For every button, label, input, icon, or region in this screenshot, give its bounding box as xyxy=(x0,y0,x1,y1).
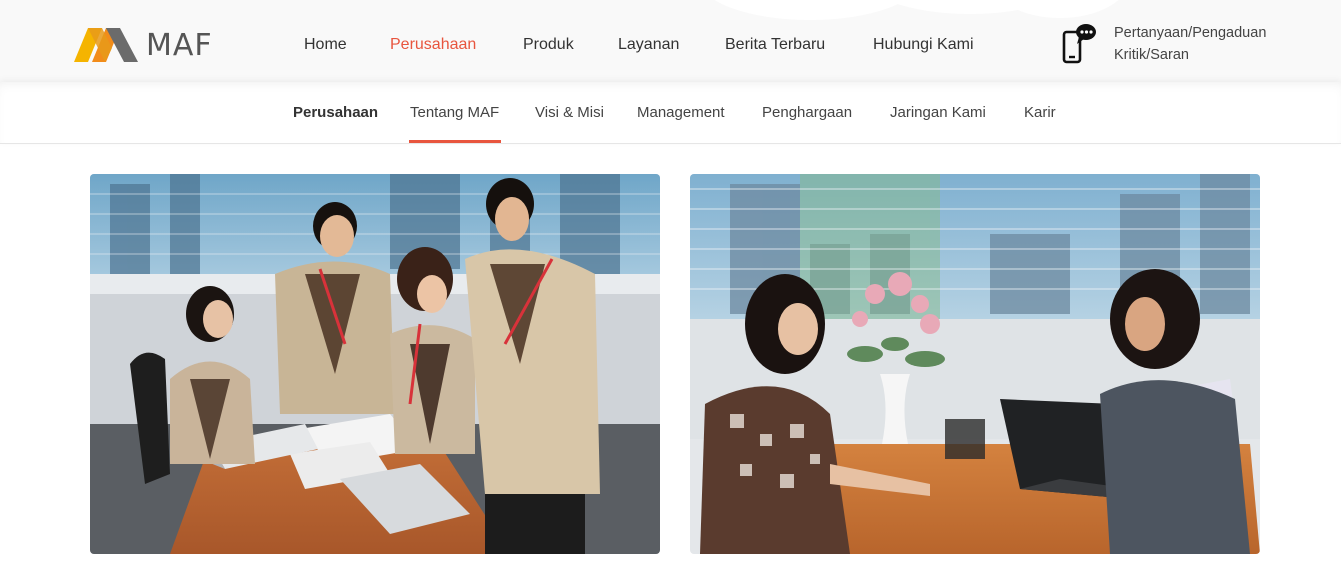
phone-chat-icon xyxy=(1062,24,1096,64)
subnav-jaringan-kami[interactable]: Jaringan Kami xyxy=(890,104,986,121)
contact-line-2: Kritik/Saran xyxy=(1114,47,1189,63)
subnav-penghargaan[interactable]: Penghargaan xyxy=(762,104,852,121)
contact-text: Pertanyaan/Pengaduan Kritik/Saran xyxy=(1114,22,1266,66)
maf-logo[interactable]: MAF xyxy=(74,27,213,63)
nav-perusahaan[interactable]: Perusahaan xyxy=(390,36,476,54)
site-header: MAF Home Perusahaan Produk Layanan Berit… xyxy=(0,0,1341,82)
nav-hubungi-kami[interactable]: Hubungi Kami xyxy=(873,36,974,54)
nav-layanan[interactable]: Layanan xyxy=(618,36,679,54)
customer-consultation-photo xyxy=(690,174,1260,554)
subnav-tentang-maf[interactable]: Tentang MAF xyxy=(410,104,499,121)
subnav-management[interactable]: Management xyxy=(637,104,725,121)
contact-link[interactable]: Pertanyaan/Pengaduan Kritik/Saran xyxy=(1062,22,1266,66)
active-tab-indicator xyxy=(409,140,501,143)
maf-logo-mark-icon xyxy=(74,28,138,62)
nav-berita-terbaru[interactable]: Berita Terbaru xyxy=(725,36,825,54)
sub-nav: Perusahaan Tentang MAF Visi & Misi Manag… xyxy=(0,82,1341,144)
header-decoration xyxy=(700,0,920,20)
nav-produk[interactable]: Produk xyxy=(523,36,574,54)
subnav-visi-misi[interactable]: Visi & Misi xyxy=(535,104,604,121)
nav-home[interactable]: Home xyxy=(304,36,347,54)
subnav-heading: Perusahaan xyxy=(293,104,379,121)
subnav-karir[interactable]: Karir xyxy=(1024,104,1056,121)
contact-line-1: Pertanyaan/Pengaduan xyxy=(1114,25,1267,41)
team-meeting-photo xyxy=(90,174,660,554)
logo-text: MAF xyxy=(146,27,213,63)
